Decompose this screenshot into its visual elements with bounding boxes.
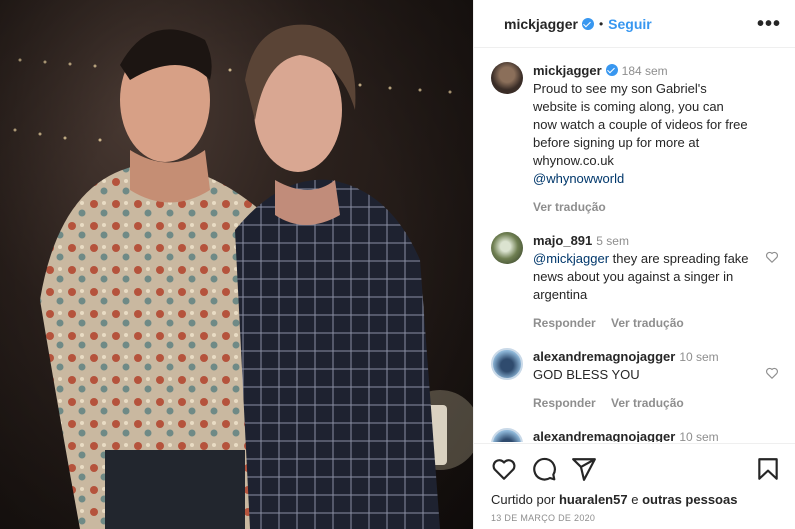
comment-time: 10 sem bbox=[679, 430, 719, 442]
reply-link[interactable]: Responder bbox=[533, 316, 596, 330]
post-viewer: mickjagger • Seguir ••• mickjagger 184 se… bbox=[0, 0, 795, 529]
caption: mickjagger 184 sem Proud to see my son Ga… bbox=[491, 62, 779, 216]
comment-username[interactable]: majo_891 bbox=[533, 233, 592, 248]
avatar[interactable] bbox=[491, 348, 523, 380]
post-sidebar: mickjagger • Seguir ••• mickjagger 184 se… bbox=[473, 0, 795, 529]
verified-badge-icon bbox=[581, 17, 594, 30]
comment-time: 5 sem bbox=[596, 234, 629, 248]
comment-icon[interactable] bbox=[531, 456, 557, 482]
caption-body: mickjagger 184 sem Proud to see my son Ga… bbox=[533, 62, 779, 216]
comment-meta: Responder Ver tradução bbox=[533, 394, 751, 412]
post-header: mickjagger • Seguir ••• bbox=[474, 0, 795, 48]
like-icon[interactable] bbox=[491, 456, 517, 482]
comment-item: majo_891 5 sem @mickjagger they are sprea… bbox=[491, 232, 779, 332]
avatar[interactable] bbox=[491, 428, 523, 442]
heart-icon[interactable] bbox=[765, 366, 779, 380]
liked-by-prefix: Curtido por bbox=[491, 492, 556, 507]
comment-time: 10 sem bbox=[679, 350, 719, 364]
heart-icon[interactable] bbox=[765, 250, 779, 264]
translate-link[interactable]: Ver tradução bbox=[611, 316, 684, 330]
caption-meta: Ver tradução bbox=[533, 198, 751, 216]
liked-by-suffix: e bbox=[631, 492, 639, 507]
header-separator: • bbox=[598, 16, 604, 31]
comment-body: alexandremagnojagger10 sem ❤ bbox=[533, 428, 779, 442]
post-actions: Curtido por huaralen57 e outras pessoas … bbox=[474, 443, 795, 529]
comment-item: alexandremagnojagger10 sem ❤ bbox=[491, 428, 779, 442]
caption-text: Proud to see my son Gabriel's website is… bbox=[533, 81, 748, 168]
caption-time: 184 sem bbox=[621, 64, 668, 78]
follow-button[interactable]: Seguir bbox=[608, 16, 652, 32]
action-icons bbox=[491, 454, 781, 484]
liked-by-others[interactable]: outras pessoas bbox=[642, 492, 737, 507]
caption-username[interactable]: mickjagger bbox=[533, 63, 602, 78]
comment-body: alexandremagnojagger 10 sem GOD BLESS YOU… bbox=[533, 348, 779, 412]
comment-username[interactable]: alexandremagnojagger bbox=[533, 349, 675, 364]
comment-mention[interactable]: @mickjagger bbox=[533, 251, 609, 266]
comment-body: majo_891 5 sem @mickjagger they are sprea… bbox=[533, 232, 779, 332]
comment-text: GOD BLESS YOU bbox=[533, 367, 640, 382]
reply-link[interactable]: Responder bbox=[533, 396, 596, 410]
liked-by: Curtido por huaralen57 e outras pessoas bbox=[491, 492, 781, 507]
verified-badge-icon bbox=[605, 64, 618, 76]
share-icon[interactable] bbox=[571, 456, 597, 482]
translate-link[interactable]: Ver tradução bbox=[533, 200, 606, 214]
comments-list[interactable]: mickjagger 184 sem Proud to see my son Ga… bbox=[474, 49, 795, 442]
caption-mention[interactable]: @whynowworld bbox=[533, 171, 624, 186]
comment-username[interactable]: alexandremagnojagger bbox=[533, 429, 675, 442]
post-photo-illustration bbox=[0, 0, 473, 529]
comment-item: alexandremagnojagger 10 sem GOD BLESS YOU… bbox=[491, 348, 779, 412]
translate-link[interactable]: Ver tradução bbox=[611, 396, 684, 410]
post-photo[interactable] bbox=[0, 0, 473, 529]
post-date[interactable]: 13 DE MARÇO DE 2020 bbox=[491, 513, 781, 523]
more-icon[interactable]: ••• bbox=[757, 14, 781, 34]
avatar[interactable] bbox=[491, 232, 523, 264]
liked-by-user[interactable]: huaralen57 bbox=[559, 492, 628, 507]
comment-meta: Responder Ver tradução bbox=[533, 314, 751, 332]
bookmark-icon[interactable] bbox=[755, 456, 781, 482]
avatar[interactable] bbox=[491, 62, 523, 94]
header-username[interactable]: mickjagger bbox=[504, 16, 578, 32]
